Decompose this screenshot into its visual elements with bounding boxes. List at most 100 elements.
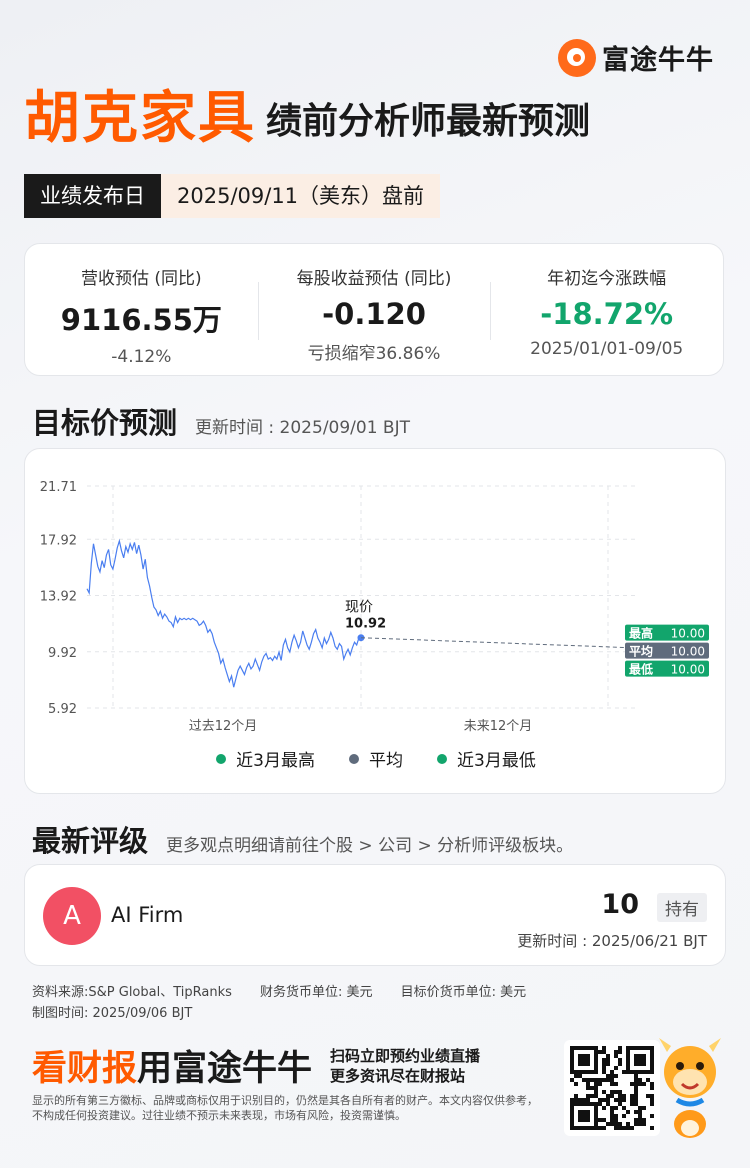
qr-module	[642, 1106, 646, 1110]
qr-module	[642, 1062, 646, 1066]
qr-module	[638, 1062, 642, 1066]
qr-module	[606, 1074, 610, 1078]
qr-module	[642, 1046, 646, 1050]
qr-module	[626, 1110, 630, 1114]
qr-module	[626, 1122, 630, 1126]
qr-module	[630, 1082, 634, 1086]
qr-module	[602, 1066, 606, 1070]
qr-module	[638, 1110, 642, 1114]
qr-module	[582, 1062, 586, 1066]
qr-module	[598, 1078, 602, 1082]
qr-module	[618, 1122, 622, 1126]
qr-module	[650, 1102, 654, 1106]
qr-module	[634, 1046, 638, 1050]
qr-module	[570, 1070, 574, 1074]
qr-module	[602, 1118, 606, 1122]
qr-module	[570, 1122, 574, 1126]
qr-module	[606, 1098, 610, 1102]
qr-module	[610, 1114, 614, 1118]
qr-module	[626, 1050, 630, 1054]
qr-module	[578, 1062, 582, 1066]
qr-module	[594, 1082, 598, 1086]
chart-legend: 近3月最高 平均 近3月最低	[25, 746, 727, 771]
qr-module	[650, 1058, 654, 1062]
qr-module	[590, 1102, 594, 1106]
qr-module	[610, 1070, 614, 1074]
qr-module	[602, 1062, 606, 1066]
qr-module	[634, 1102, 638, 1106]
qr-module	[626, 1058, 630, 1062]
disclaimer: 显示的所有第三方徽标、品牌或商标仅用于识别目的，仍然是其各自所有者的财产。本文内…	[32, 1094, 538, 1122]
qr-module	[602, 1050, 606, 1054]
release-date-label: 业绩发布日	[24, 174, 161, 218]
qr-module	[582, 1126, 586, 1130]
qr-module	[598, 1118, 602, 1122]
qr-module	[578, 1110, 582, 1114]
qr-module	[586, 1094, 590, 1098]
qr-module	[578, 1074, 582, 1078]
qr-module	[570, 1054, 574, 1058]
qr-module	[570, 1050, 574, 1054]
target-tag-name: 最低	[629, 662, 653, 677]
stat-value: 9116.55万	[60, 303, 222, 337]
legend-label: 近3月最低	[457, 751, 536, 771]
qr-module	[594, 1090, 598, 1094]
qr-module	[594, 1122, 598, 1126]
qr-module	[570, 1046, 574, 1050]
qr-module	[574, 1082, 578, 1086]
legend-item-high: 近3月最高	[216, 746, 315, 771]
qr-module	[574, 1046, 578, 1050]
qr-module	[622, 1114, 626, 1118]
qr-module	[590, 1126, 594, 1130]
qr-module	[638, 1058, 642, 1062]
qr-module	[626, 1066, 630, 1070]
qr-module	[610, 1074, 614, 1078]
qr-module	[618, 1098, 622, 1102]
qr-module	[578, 1058, 582, 1062]
qr-module	[622, 1094, 626, 1098]
qr-module	[614, 1106, 618, 1110]
current-price-label: 现价	[345, 600, 373, 616]
qr-module	[638, 1070, 642, 1074]
qr-module	[630, 1102, 634, 1106]
qr-module	[582, 1046, 586, 1050]
y-tick-label: 5.92	[48, 702, 77, 717]
qr-module	[642, 1070, 646, 1074]
qr-module	[638, 1118, 642, 1122]
rating-value: 10	[601, 889, 639, 920]
qr-module	[578, 1126, 582, 1130]
qr-module	[626, 1062, 630, 1066]
qr-module	[646, 1094, 650, 1098]
qr-module	[642, 1118, 646, 1122]
qr-module	[586, 1118, 590, 1122]
release-date-value: 2025/09/11（美东）盘前	[161, 174, 441, 218]
qr-module	[650, 1098, 654, 1102]
price-series-line	[86, 538, 362, 688]
qr-module	[586, 1062, 590, 1066]
qr-module	[614, 1114, 618, 1118]
qr-module	[634, 1094, 638, 1098]
qr-module	[594, 1086, 598, 1090]
qr-module	[638, 1078, 642, 1082]
x-axis-label: 过去12个月	[189, 719, 258, 734]
promo-lines: 扫码立即预约业绩直播 更多资讯尽在财报站	[330, 1046, 480, 1086]
qr-module	[578, 1118, 582, 1122]
qr-module	[570, 1058, 574, 1062]
qr-module	[606, 1058, 610, 1062]
rating-section-head: 最新评级 更多观点明细请前往个股 > 公司 > 分析师评级板块。	[32, 818, 573, 860]
qr-module	[574, 1070, 578, 1074]
qr-module	[606, 1054, 610, 1058]
qr-module	[618, 1102, 622, 1106]
qr-module	[614, 1098, 618, 1102]
legend-dot-icon	[437, 753, 447, 764]
qr-module	[610, 1090, 614, 1094]
qr-module	[622, 1126, 626, 1130]
qr-module	[622, 1070, 626, 1074]
legend-dot-icon	[349, 753, 359, 764]
qr-module	[634, 1098, 638, 1102]
qr-module	[646, 1046, 650, 1050]
qr-module	[630, 1098, 634, 1102]
qr-code[interactable]	[564, 1040, 660, 1136]
footer-target-currency: 目标价货币单位: 美元	[400, 985, 527, 1000]
qr-module	[634, 1122, 638, 1126]
